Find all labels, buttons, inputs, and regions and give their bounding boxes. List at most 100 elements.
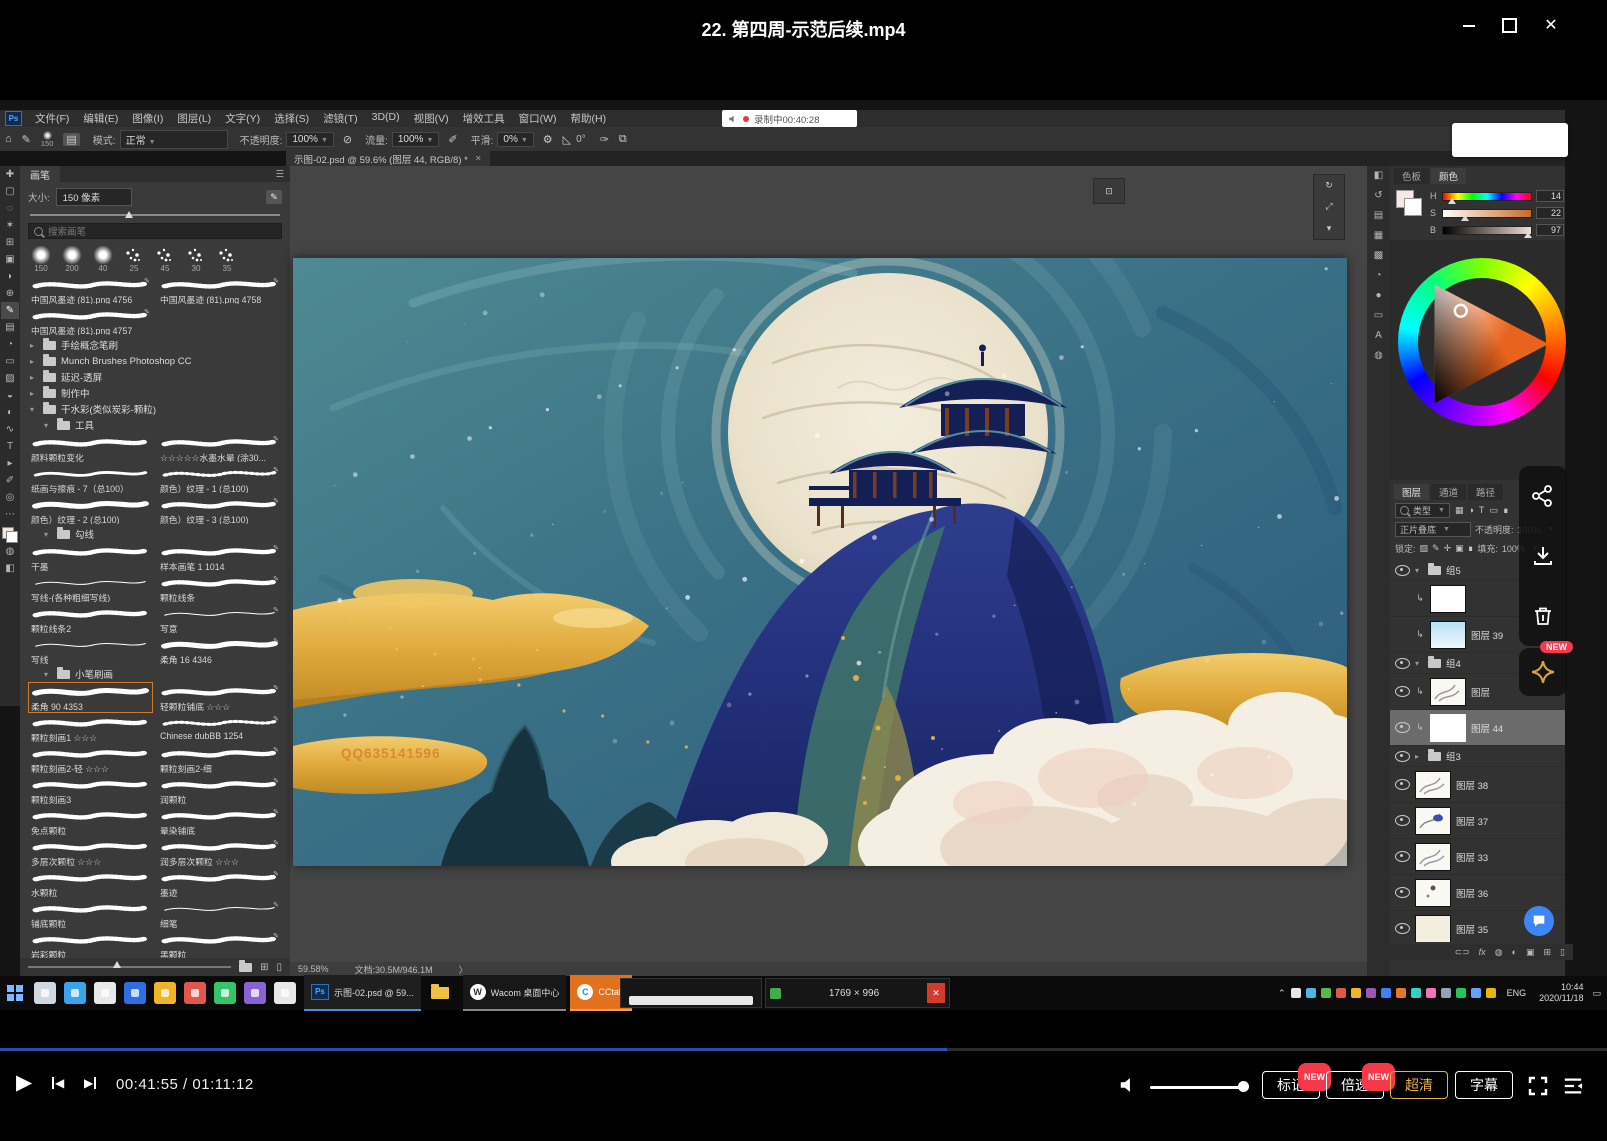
layer-row[interactable]: 图层 33 bbox=[1390, 839, 1565, 875]
visibility-toggle[interactable] bbox=[1394, 565, 1410, 576]
brush-size-field[interactable]: 150 像素 bbox=[56, 188, 132, 206]
next-button[interactable]: ▶ bbox=[84, 1076, 96, 1090]
brush-preset-35[interactable]: 35 bbox=[214, 246, 240, 273]
fullscreen-icon[interactable] bbox=[1526, 1074, 1550, 1098]
filter-smart-icon[interactable]: ∎ bbox=[1503, 505, 1509, 516]
maximize-button[interactable] bbox=[1499, 16, 1519, 36]
brush-folder[interactable]: ▸制作中 bbox=[20, 385, 290, 401]
brush-folder[interactable]: ▸Munch Brushes Photoshop CC bbox=[20, 353, 290, 369]
layer-thumbnail[interactable] bbox=[1415, 843, 1451, 871]
brush-item[interactable]: 中国风墨迹 (81).png 4758✎ bbox=[157, 275, 282, 306]
visibility-toggle[interactable] bbox=[1394, 887, 1410, 898]
menu-item-0[interactable]: 文件(F) bbox=[28, 111, 76, 126]
tool-2-icon[interactable]: ◌ bbox=[1, 200, 19, 217]
visibility-toggle[interactable] bbox=[1394, 815, 1410, 826]
layer-thumbnail[interactable] bbox=[1415, 771, 1451, 799]
new-brush-icon[interactable]: ⊞ bbox=[260, 962, 268, 973]
layer-row[interactable]: 图层 38 bbox=[1390, 767, 1565, 803]
chat-bubble-button[interactable] bbox=[1524, 906, 1554, 936]
panel-strip-1-icon[interactable]: ↺ bbox=[1374, 190, 1382, 201]
sv-triangle[interactable] bbox=[1418, 268, 1570, 420]
tool-11-icon[interactable]: ▭ bbox=[1, 353, 19, 370]
menu-item-7[interactable]: 3D(D) bbox=[365, 111, 407, 126]
panel-strip-7-icon[interactable]: ▭ bbox=[1374, 310, 1383, 321]
brush-item[interactable]: 干墨 bbox=[28, 542, 153, 573]
favorite-button[interactable]: NEW bbox=[1519, 648, 1567, 696]
brush-item[interactable]: 颗粒刻画2-细✎ bbox=[157, 744, 282, 775]
menu-item-4[interactable]: 文字(Y) bbox=[218, 111, 267, 126]
brush-folder[interactable]: ▸手绘概念笔刷 bbox=[20, 337, 290, 353]
symmetry-icon[interactable]: ⧉ bbox=[619, 133, 627, 146]
brush-subfolder[interactable]: ▾勾线 bbox=[20, 526, 290, 542]
menu-item-2[interactable]: 图像(I) bbox=[125, 111, 170, 126]
brush-tool-icon[interactable]: ✎ bbox=[22, 133, 31, 146]
tool-7-icon[interactable]: ⊕ bbox=[1, 285, 19, 302]
layer-style-icon[interactable]: fx bbox=[1479, 947, 1486, 957]
collapse-icon[interactable]: ▾ bbox=[1314, 223, 1344, 234]
brush-search-box[interactable]: 搜索画笔 bbox=[28, 223, 282, 239]
menu-item-8[interactable]: 视图(V) bbox=[407, 111, 456, 126]
tool-6-icon[interactable]: ◗ bbox=[1, 268, 19, 285]
brush-item[interactable]: 岩彩颗粒 bbox=[28, 930, 153, 961]
tool-16-icon[interactable]: T bbox=[1, 438, 19, 455]
blend-mode-select[interactable]: 正片叠底▼ bbox=[1395, 522, 1471, 537]
tray-13-icon[interactable] bbox=[1486, 988, 1496, 998]
delete-brush-icon[interactable]: ▯ bbox=[276, 962, 282, 973]
lock-position-icon[interactable]: ✛ bbox=[1444, 543, 1452, 554]
resolution-popup[interactable]: 1769 × 996 ✕ bbox=[765, 978, 950, 1008]
brush-item[interactable]: 颗粒刻画1 ☆☆☆ bbox=[28, 713, 153, 744]
taskbar-clock[interactable]: 10:44 2020/11/18 bbox=[1539, 982, 1583, 1004]
tray-chevron[interactable]: ⌃ bbox=[1278, 988, 1286, 999]
brush-item[interactable]: 写意✎ bbox=[157, 604, 282, 635]
brush-angle-value[interactable]: 0° bbox=[576, 134, 586, 145]
fit-screen-icon[interactable]: ⤢ bbox=[1314, 201, 1344, 212]
brush-item[interactable]: 颗粒刻画2-轻 ☆☆☆ bbox=[28, 744, 153, 775]
status-chevron-icon[interactable]: 〉 bbox=[459, 963, 468, 976]
tab-brushes[interactable]: 画笔 bbox=[20, 166, 60, 183]
brush-item[interactable]: 多层次颗粒 ☆☆☆ bbox=[28, 837, 153, 868]
brush-item[interactable]: 柔角 90 4353 bbox=[28, 682, 153, 713]
brush-item[interactable]: 墨迹✎ bbox=[157, 868, 282, 899]
brush-item[interactable]: 中国风墨迹 (81).png 4756✎ bbox=[28, 275, 153, 306]
previous-button[interactable]: ◀ bbox=[52, 1076, 64, 1090]
volume-slider[interactable] bbox=[1150, 1086, 1240, 1089]
layer-group-row[interactable]: ▸组3 bbox=[1390, 746, 1565, 767]
mode-select[interactable]: 正常▼ bbox=[120, 130, 228, 149]
tool-extra-0-icon[interactable]: ◍ bbox=[1, 543, 19, 560]
tool-1-icon[interactable]: ▢ bbox=[1, 183, 19, 200]
filter-shape-icon[interactable]: ▭ bbox=[1489, 505, 1498, 516]
tray-12-icon[interactable] bbox=[1471, 988, 1481, 998]
layer-thumbnail[interactable] bbox=[1430, 621, 1466, 649]
bright-slider[interactable] bbox=[1442, 226, 1532, 235]
tray-2-icon[interactable] bbox=[1321, 988, 1331, 998]
brush-item[interactable]: 免点颗粒 bbox=[28, 806, 153, 837]
trash-icon[interactable] bbox=[1531, 604, 1555, 628]
tool-background-swatch[interactable] bbox=[6, 531, 18, 543]
taskbar-app-4-icon[interactable] bbox=[154, 982, 176, 1004]
background-swatch[interactable] bbox=[1404, 198, 1422, 216]
floating-panel-icons[interactable]: ↻ ⤢ ▾ bbox=[1313, 174, 1345, 240]
panel-strip-4-icon[interactable]: ▩ bbox=[1374, 250, 1383, 261]
taskbar-app-5-icon[interactable] bbox=[184, 982, 206, 1004]
recorder-toolbar-overlay[interactable] bbox=[1452, 123, 1568, 157]
delete-layer-icon[interactable]: ▯ bbox=[1560, 947, 1565, 958]
tool-0-icon[interactable]: ✚ bbox=[1, 166, 19, 183]
visibility-toggle[interactable] bbox=[1394, 722, 1410, 733]
menu-item-5[interactable]: 选择(S) bbox=[267, 111, 316, 126]
brush-item[interactable]: 纸画与擦痕 - 7（总100） bbox=[28, 464, 153, 495]
taskbar-app-3-icon[interactable] bbox=[124, 982, 146, 1004]
brush-item[interactable]: 铺底颗粒 bbox=[28, 899, 153, 930]
artwork-canvas[interactable]: QQ635141596 bbox=[293, 258, 1347, 866]
menu-item-11[interactable]: 帮助(H) bbox=[564, 111, 614, 126]
brush-item[interactable]: 样本画笔 1 1014✎ bbox=[157, 542, 282, 573]
tray-1-icon[interactable] bbox=[1306, 988, 1316, 998]
brush-settings-toggle-icon[interactable]: ✎ bbox=[266, 190, 282, 204]
brush-subfolder[interactable]: ▾小笔刷画 bbox=[20, 666, 290, 682]
visibility-toggle[interactable] bbox=[1394, 658, 1410, 669]
notification-icon[interactable]: ▭ bbox=[1592, 988, 1601, 999]
tool-14-icon[interactable]: ◐ bbox=[1, 404, 19, 421]
visibility-toggle[interactable] bbox=[1394, 779, 1410, 790]
brush-preset-200[interactable]: 200 bbox=[59, 246, 85, 273]
tray-11-icon[interactable] bbox=[1456, 988, 1466, 998]
subtitle-button[interactable]: 字幕 bbox=[1455, 1071, 1513, 1099]
